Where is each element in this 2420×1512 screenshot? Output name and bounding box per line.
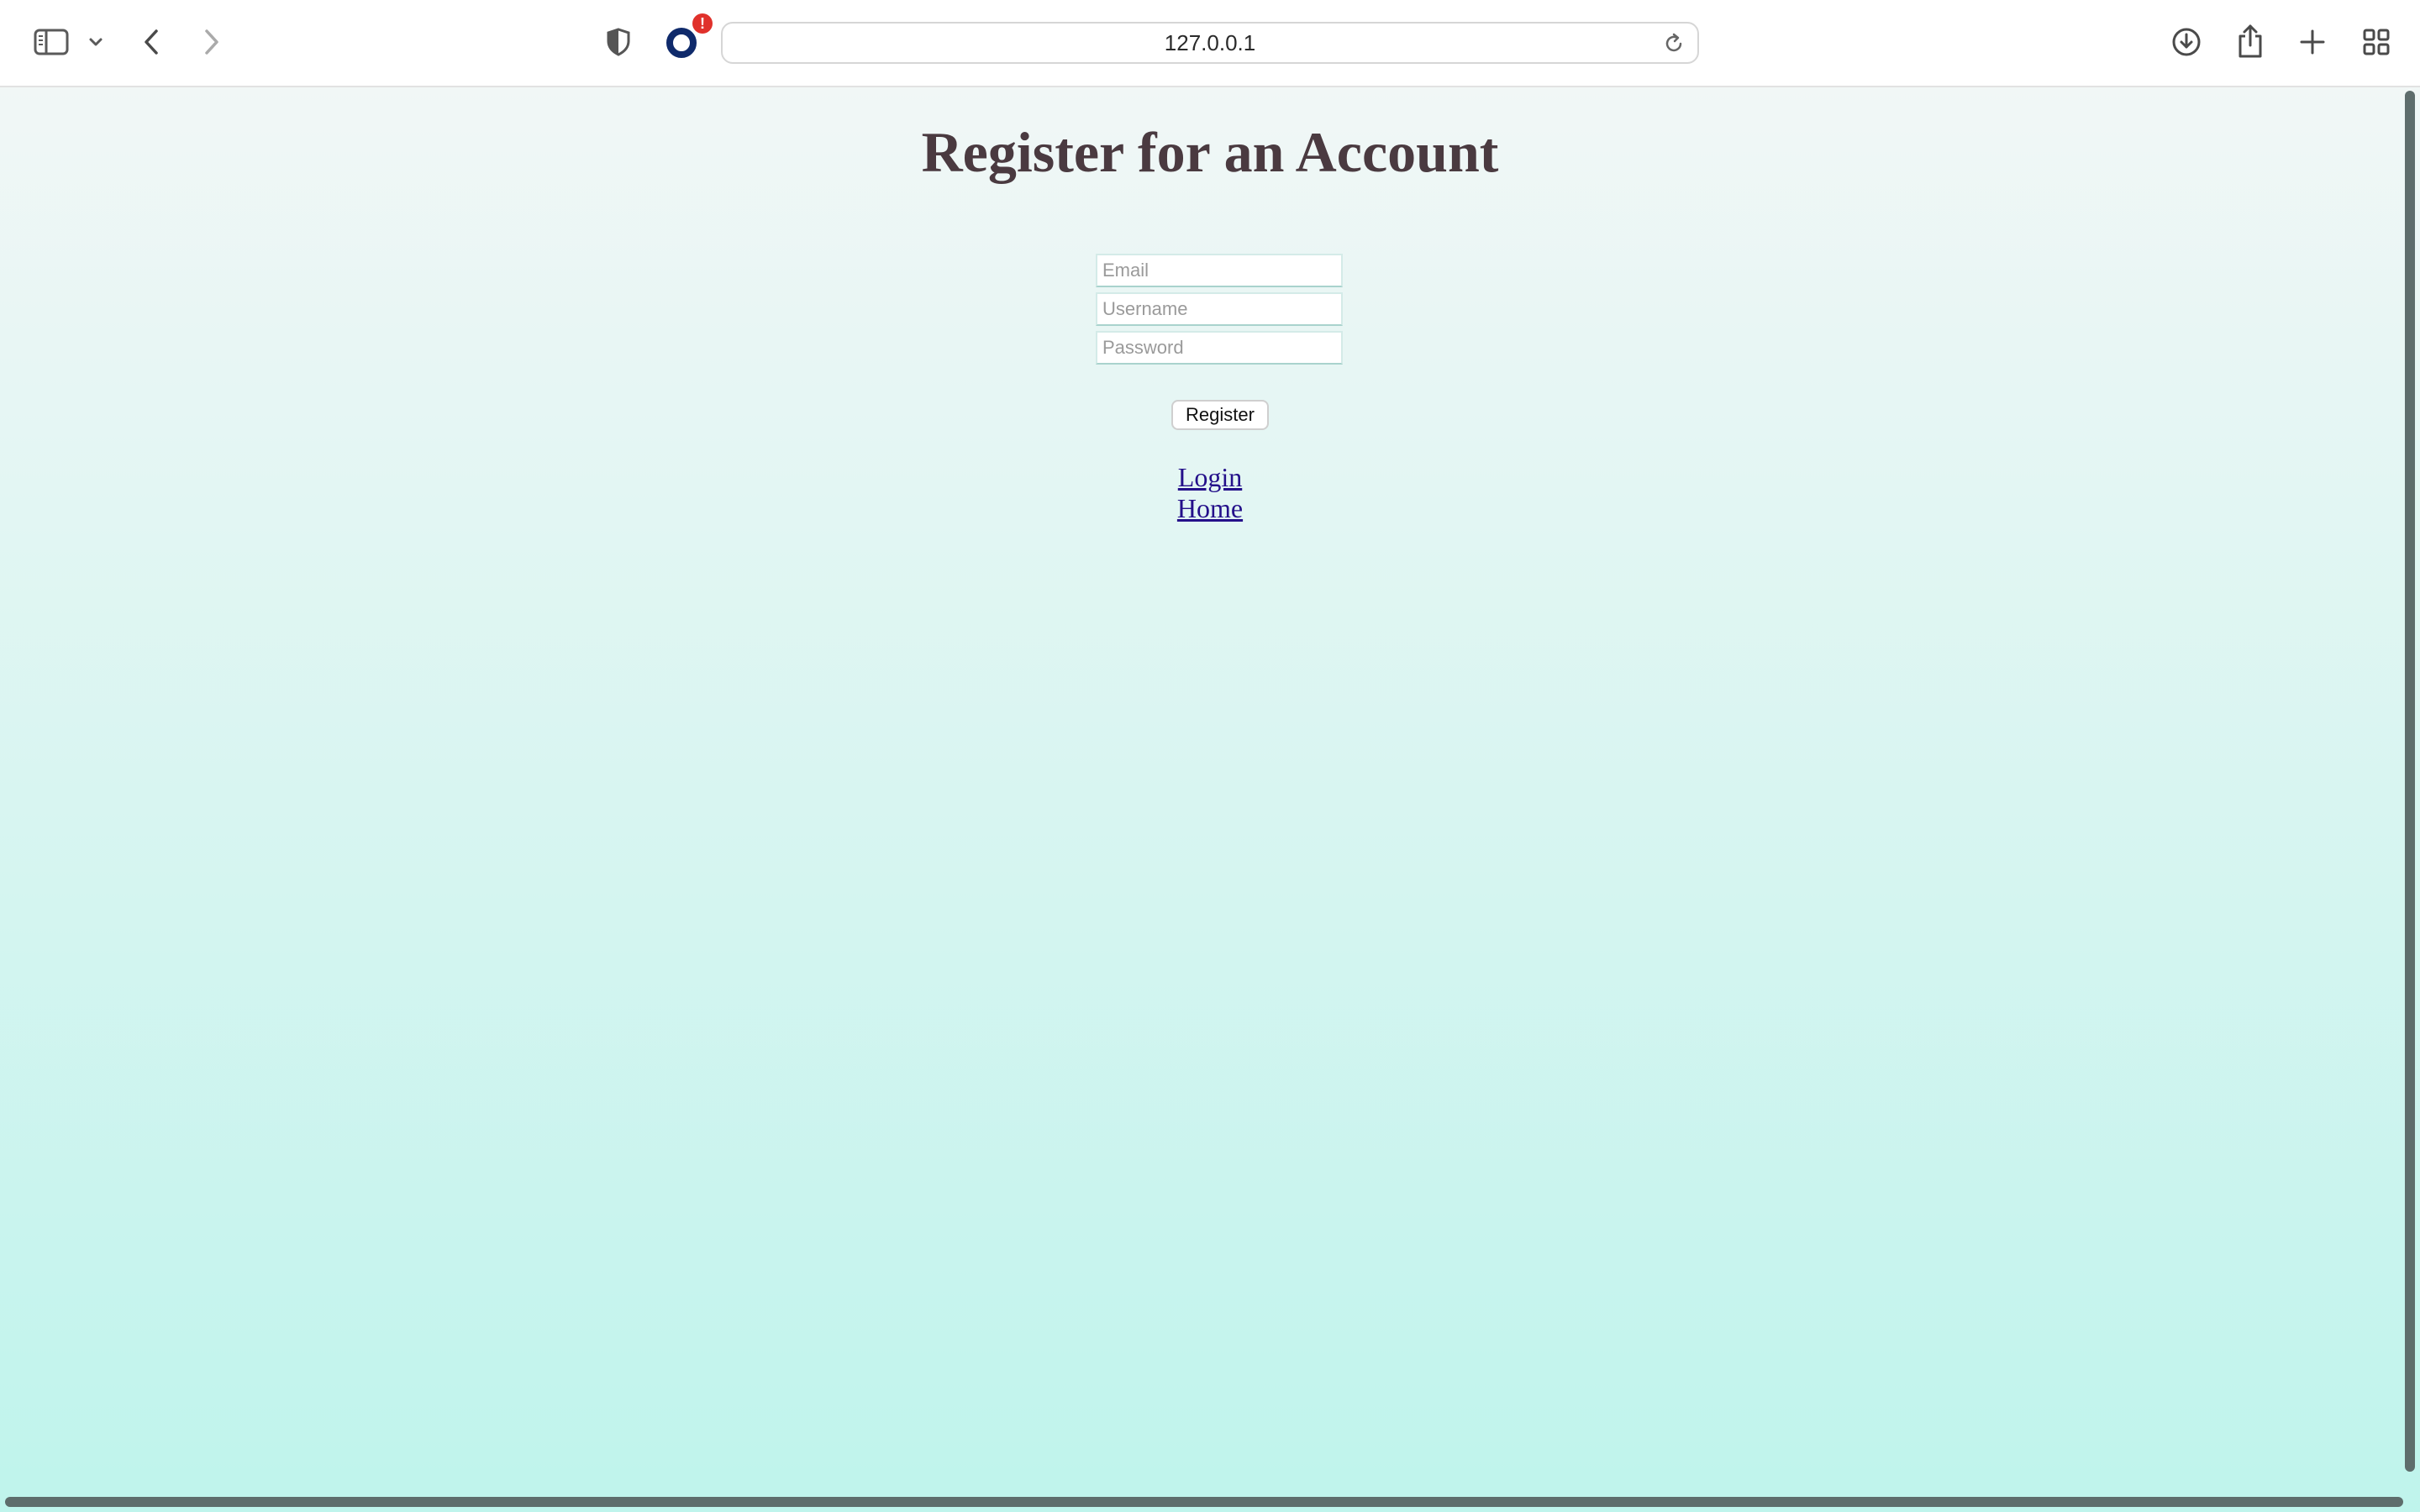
forward-arrow-icon[interactable] [198,24,225,60]
password-field[interactable] [1096,331,1343,365]
back-arrow-icon[interactable] [138,24,165,60]
address-text[interactable]: 127.0.0.1 [723,24,1697,62]
page-title: Register for an Account [921,120,1499,184]
plus-icon[interactable] [2296,25,2329,59]
horizontal-scrollbar[interactable] [5,1497,2403,1507]
chevron-down-icon[interactable] [86,32,106,52]
address-bar[interactable]: 127.0.0.1 [721,22,1699,64]
email-field[interactable] [1096,254,1343,287]
username-field[interactable] [1096,292,1343,326]
home-link[interactable]: Home [1177,493,1243,523]
share-icon[interactable] [2233,22,2267,60]
page-viewport: Register for an Account Register Login H… [0,87,2420,1512]
register-button[interactable]: Register [1171,400,1269,430]
sidebar-icon[interactable] [32,25,71,59]
vertical-scrollbar[interactable] [2405,91,2415,1472]
browser-toolbar: ! 127.0.0.1 [0,0,2420,87]
nav-links: Login Home [0,462,2420,524]
tab-grid-icon[interactable] [2360,25,2393,59]
reload-icon[interactable] [1662,32,1686,60]
download-icon[interactable] [2170,25,2203,59]
login-link[interactable]: Login [1178,462,1242,492]
shield-icon[interactable] [603,25,634,59]
extension-alert-badge: ! [692,13,713,34]
